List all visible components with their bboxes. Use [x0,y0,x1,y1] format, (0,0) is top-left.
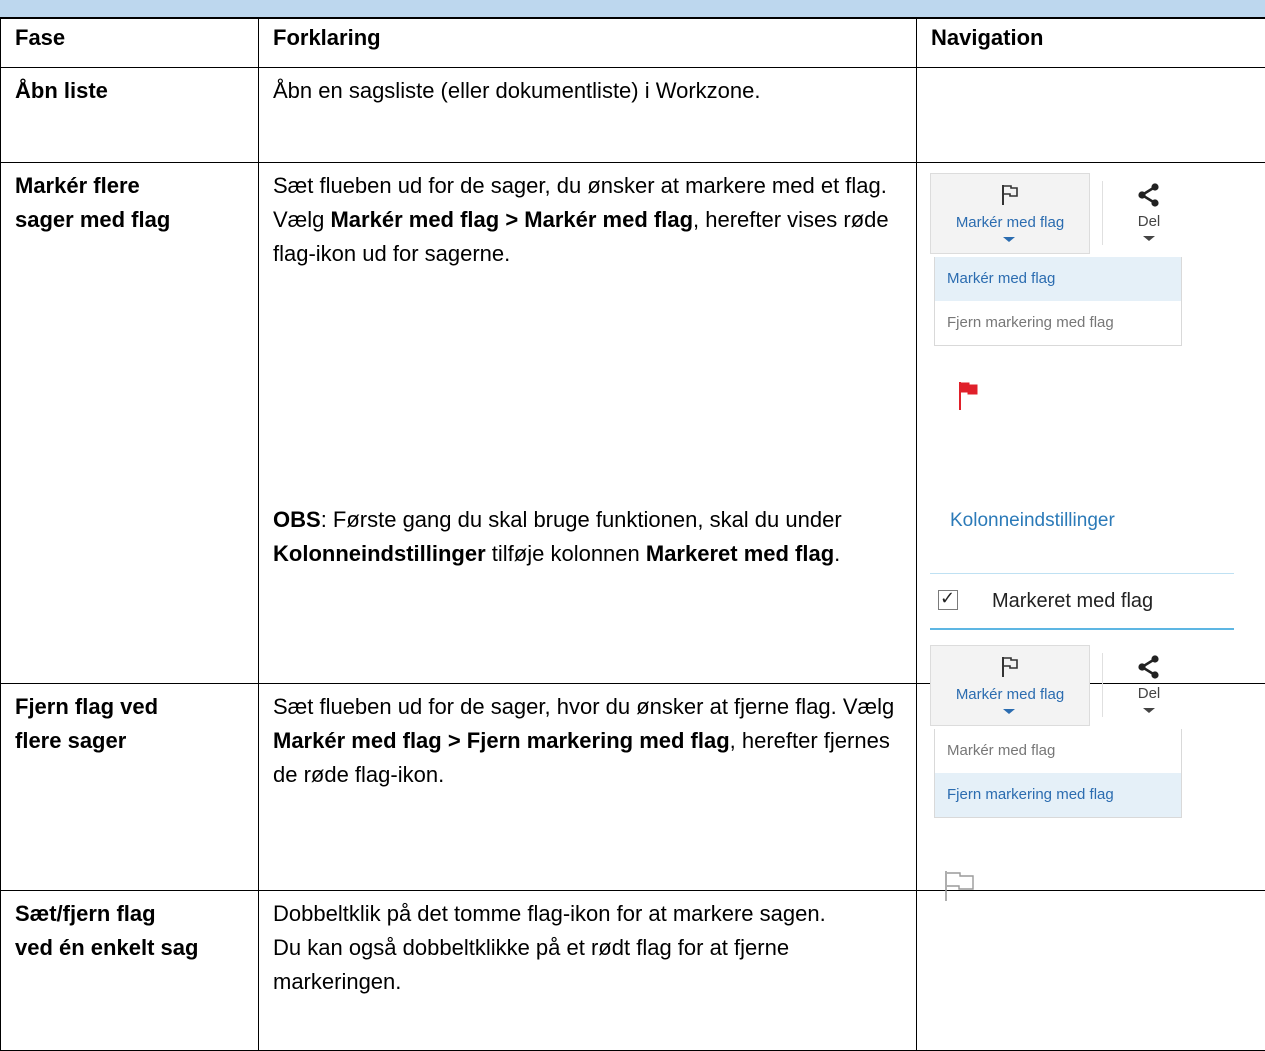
mark-flag-button[interactable]: Markér med flag [930,173,1090,254]
share-icon [1137,655,1161,679]
table-row: Åbn liste Åbn en sagsliste (eller dokume… [1,68,1265,163]
ribbon-divider [1102,181,1103,245]
flag-outline-icon [1001,184,1019,206]
fase-cell: Sæt/fjern flag ved én enkelt sag [1,891,259,1051]
forklaring-cell: Sæt flueben ud for de sager, hvor du øns… [259,684,917,891]
share-button-label: Del [1120,213,1178,231]
chevron-down-icon [1003,709,1015,714]
bold-menu-path: Markér med flag > Fjern markering med fl… [273,728,730,753]
bold-column-settings: Kolonneindstillinger [273,541,486,566]
forklaring-paragraph: Sæt flueben ud for de sager, du ønsker a… [273,169,902,271]
fase-cell: Markér flere sager med flag [1,163,259,684]
share-button[interactable]: Del [1120,173,1180,252]
header-band [0,0,1265,18]
fase-cell: Åbn liste [1,68,259,163]
mark-flag-button-label: Markér med flag [931,214,1089,232]
forklaring-cell: Dobbeltklik på det tomme flag-ikon for a… [259,891,917,1051]
menu-item-mark-flag[interactable]: Markér med flag [935,257,1181,301]
forklaring-cell: Åbn en sagsliste (eller dokumentliste) i… [259,68,917,163]
fase-label-line2: sager med flag [15,203,244,237]
flag-ribbon-remove: Markér med flag Del Markér med flag Fjer… [930,645,1182,835]
fase-label-line1: Sæt/fjern flag [15,897,244,931]
bold-column-name: Markeret med flag [646,541,834,566]
menu-item-remove-flag[interactable]: Fjern markering med flag [935,301,1181,345]
mark-flag-button[interactable]: Markér med flag [930,645,1090,726]
chevron-down-icon [1003,237,1015,242]
ribbon-divider [1102,653,1103,717]
navigation-cell [917,68,1265,163]
share-button-label: Del [1120,685,1178,703]
fase-label-line2: ved én enkelt sag [15,931,244,965]
header-forklaring: Forklaring [259,19,917,68]
fase-cell: Fjern flag ved flere sager [1,684,259,891]
forklaring-line: Du kan også dobbeltklikke på et rødt fla… [273,931,902,999]
flag-dropdown-menu: Markér med flag Fjern markering med flag [934,257,1182,346]
flag-ribbon-mark: Markér med flag Del Markér med flag Fjer… [930,173,1182,353]
obs-paragraph: OBS: Første gang du skal bruge funktione… [273,503,902,571]
column-checkbox-label: Markeret med flag [992,589,1153,613]
chevron-down-icon [1143,708,1155,713]
share-icon [1137,183,1161,207]
header-navigation: Navigation [917,19,1265,68]
table-header-row: Fase Forklaring Navigation [1,19,1265,68]
bold-menu-path: Markér med flag > Markér med flag [330,207,693,232]
navigation-cell [917,891,1265,1051]
header-fase: Fase [1,19,259,68]
share-button[interactable]: Del [1120,645,1180,724]
chevron-down-icon [1143,236,1155,241]
check-icon: ✓ [940,586,955,610]
fase-label-line2: flere sager [15,724,244,758]
column-settings-link[interactable]: Kolonneindstillinger [950,509,1115,533]
mark-flag-button-label: Markér med flag [931,686,1089,704]
column-checkbox[interactable]: ✓ [938,590,958,610]
fase-label: Åbn liste [15,78,108,103]
red-flag-icon [958,381,980,411]
menu-item-mark-flag[interactable]: Markér med flag [935,729,1181,773]
forklaring-paragraph: Sæt flueben ud for de sager, hvor du øns… [273,690,902,792]
fase-label-line1: Markér flere [15,169,244,203]
forklaring-line: Dobbeltklik på det tomme flag-ikon for a… [273,897,902,931]
forklaring-cell: Sæt flueben ud for de sager, du ønsker a… [259,163,917,684]
flag-dropdown-menu: Markér med flag Fjern markering med flag [934,729,1182,818]
flag-outline-icon [1001,656,1019,678]
fase-label-line1: Fjern flag ved [15,690,244,724]
menu-item-remove-flag[interactable]: Fjern markering med flag [935,773,1181,817]
text-run: Sæt flueben ud for de sager, hvor du øns… [273,694,894,719]
forklaring-text: Åbn en sagsliste (eller dokumentliste) i… [273,78,760,103]
obs-label: OBS [273,507,321,532]
column-option-row[interactable]: ✓ Markeret med flag [930,573,1234,630]
text-run: . [834,541,840,566]
empty-flag-icon [943,870,977,902]
text-run: : Første gang du skal bruge funktionen, … [321,507,842,532]
text-run: tilføje kolonnen [486,541,646,566]
table-row: Sæt/fjern flag ved én enkelt sag Dobbelt… [1,891,1265,1051]
